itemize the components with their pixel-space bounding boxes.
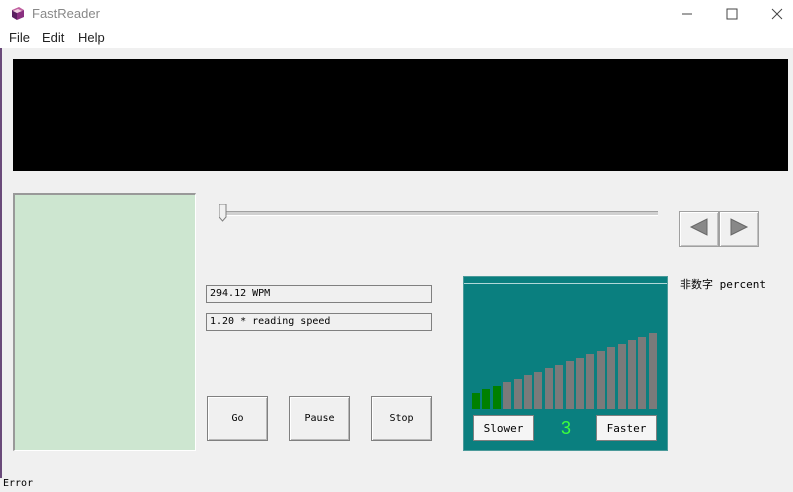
- speed-level-bar: [513, 378, 522, 409]
- go-button[interactable]: Go: [207, 396, 268, 441]
- window-title: FastReader: [32, 6, 100, 21]
- speed-level-bar: [555, 364, 564, 409]
- position-slider-thumb[interactable]: [218, 203, 227, 222]
- stop-button[interactable]: Stop: [371, 396, 432, 441]
- reading-speed-field: 1.20 * reading speed: [206, 313, 432, 331]
- speed-level-bar: [628, 340, 636, 409]
- speed-level-bar: [524, 375, 532, 409]
- speed-level-bar: [648, 333, 657, 409]
- slower-button[interactable]: Slower: [473, 415, 534, 441]
- close-icon[interactable]: [754, 0, 793, 28]
- app-book-icon: [10, 5, 26, 21]
- window-edge: [0, 48, 2, 478]
- faster-button[interactable]: Faster: [596, 415, 657, 441]
- wpm-field: 294.12 WPM: [206, 285, 432, 303]
- speed-level-bar: [544, 368, 553, 409]
- pause-button[interactable]: Pause: [289, 396, 350, 441]
- speed-level-bar: [503, 382, 512, 409]
- arrow-right-icon: [729, 217, 749, 241]
- speed-level-bar: [534, 371, 543, 409]
- speed-level-bar: [576, 357, 584, 409]
- speed-level-value: 3: [560, 418, 571, 438]
- text-pane[interactable]: [13, 193, 196, 451]
- arrow-left-icon: [689, 217, 709, 241]
- speed-level-bars: [472, 327, 662, 409]
- speed-level-bar: [638, 336, 647, 409]
- speed-level-bar: [482, 389, 491, 409]
- word-display: [13, 59, 788, 171]
- status-text: Error: [3, 478, 34, 489]
- percent-label: 非数字 percent: [680, 278, 766, 291]
- speed-level-bar: [596, 350, 605, 409]
- next-button[interactable]: [719, 211, 759, 247]
- position-slider-track[interactable]: [220, 211, 658, 216]
- menu-help[interactable]: Help: [78, 30, 105, 45]
- menu-file[interactable]: File: [9, 30, 30, 45]
- speed-level-bar: [617, 343, 626, 409]
- menu-edit[interactable]: Edit: [42, 30, 64, 45]
- speed-level-bar: [492, 385, 501, 409]
- speed-level-bar: [586, 354, 595, 409]
- speed-level-bar: [607, 347, 616, 409]
- menu-bar: File Edit Help: [0, 28, 793, 48]
- panel-divider: [464, 283, 667, 284]
- maximize-icon[interactable]: [709, 0, 755, 28]
- minimize-icon[interactable]: [664, 0, 710, 28]
- speed-panel: Slower 3 Faster: [463, 276, 668, 451]
- previous-button[interactable]: [679, 211, 719, 247]
- speed-level-bar: [472, 393, 480, 409]
- title-bar: FastReader: [0, 0, 793, 28]
- speed-level-bar: [565, 361, 574, 409]
